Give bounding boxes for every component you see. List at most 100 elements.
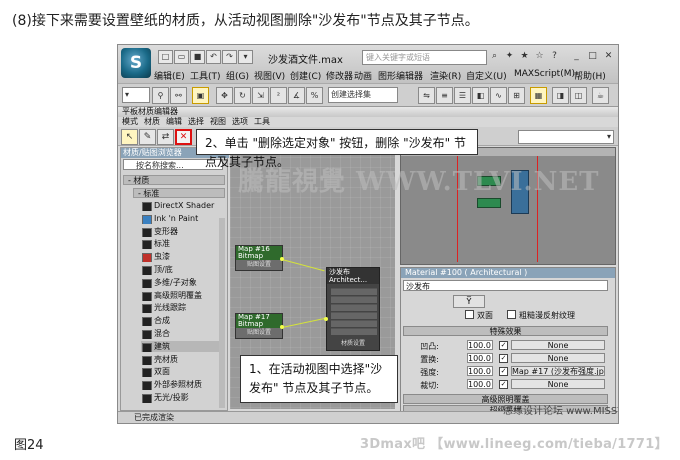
sofa-material-node[interactable]: 沙发布 Architect... 材质设置: [326, 267, 380, 351]
material-list-item[interactable]: 标准: [141, 238, 225, 250]
render-frame-icon[interactable]: ◫: [570, 87, 587, 104]
select-move-icon[interactable]: ✥: [216, 87, 233, 104]
material-list-item[interactable]: 虫漆: [141, 251, 225, 263]
select-rotate-icon[interactable]: ↻: [234, 87, 251, 104]
schematic-view-icon[interactable]: ⊞: [508, 87, 525, 104]
special-effects-rollout[interactable]: 特殊效果: [403, 326, 608, 336]
snap-toggle-icon[interactable]: ²: [270, 87, 287, 104]
map-enable-checkbox[interactable]: ✓: [499, 354, 508, 363]
percent-snap-icon[interactable]: %: [306, 87, 323, 104]
communication-icon[interactable]: ★: [518, 50, 531, 62]
node-slot[interactable]: [331, 328, 377, 335]
slate-menu-edit[interactable]: 编辑: [166, 117, 182, 127]
material-name-field[interactable]: 沙发布: [403, 280, 608, 291]
node-slot[interactable]: [331, 296, 377, 303]
menu-modifiers[interactable]: 修改器: [326, 69, 353, 82]
map-slot-button[interactable]: None: [511, 353, 605, 363]
category-standard[interactable]: - 标准: [133, 188, 225, 198]
map16-node[interactable]: Map #16 Bitmap 贴图设置: [235, 245, 283, 271]
hold-icon[interactable]: ▾: [238, 50, 253, 64]
node-slot[interactable]: [331, 304, 377, 311]
output-socket[interactable]: [280, 325, 284, 329]
menu-graph-editors[interactable]: 图形编辑器: [378, 69, 423, 82]
material-list-item[interactable]: 合成: [141, 315, 225, 327]
material-list-item[interactable]: DirectX Shader: [141, 200, 225, 211]
select-tool-icon[interactable]: ↖: [121, 129, 138, 145]
map-amount-spinner[interactable]: 100.0: [467, 366, 493, 376]
slate-menu-options[interactable]: 选项: [232, 117, 248, 127]
material-list-item[interactable]: 多维/子对象: [141, 277, 225, 288]
favorites-icon[interactable]: ☆: [533, 50, 546, 62]
map-amount-spinner[interactable]: 100.0: [467, 353, 493, 363]
two-sided-checkbox[interactable]: 双面: [465, 310, 493, 321]
output-socket[interactable]: [280, 257, 284, 261]
slate-menu-select[interactable]: 选择: [188, 117, 204, 127]
template-dropdown[interactable]: Y̅: [453, 295, 485, 308]
rough-diffuse-checkbox[interactable]: 粗糙漫反射纹理: [507, 310, 575, 321]
new-file-icon[interactable]: □: [158, 50, 173, 64]
select-link-icon[interactable]: ⚲: [152, 87, 169, 104]
material-list-item[interactable]: Ink 'n Paint: [141, 213, 225, 224]
select-object-icon[interactable]: ▣: [192, 87, 209, 104]
material-list-item[interactable]: 双面: [141, 366, 225, 378]
map-enable-checkbox[interactable]: ✓: [499, 380, 508, 389]
angle-snap-icon[interactable]: ∡: [288, 87, 305, 104]
mirror-icon[interactable]: ⇋: [418, 87, 435, 104]
save-file-icon[interactable]: ■: [190, 50, 205, 64]
material-list-item[interactable]: 无光/投影: [141, 392, 225, 403]
map-amount-spinner[interactable]: 100.0: [467, 340, 493, 350]
input-socket[interactable]: [324, 317, 328, 321]
material-list-item[interactable]: 壳材质: [141, 354, 225, 365]
menu-customize[interactable]: 自定义(U): [466, 69, 507, 82]
search-icon[interactable]: ⌕: [488, 50, 501, 62]
menu-group[interactable]: 组(G): [226, 69, 249, 82]
help-search-input[interactable]: 键入关键字或短语: [362, 50, 487, 65]
menu-tools[interactable]: 工具(T): [190, 69, 221, 82]
redo-icon[interactable]: ↷: [222, 50, 237, 64]
category-materials[interactable]: - 材质: [123, 175, 225, 185]
delete-selected-icon[interactable]: ✕: [175, 129, 192, 145]
map-enable-checkbox[interactable]: ✓: [499, 367, 508, 376]
slate-menu-utilities[interactable]: 工具: [254, 117, 270, 127]
material-list-item[interactable]: 混合: [141, 328, 225, 339]
menu-rendering[interactable]: 渲染(R): [430, 69, 461, 82]
graphite-icon[interactable]: ◧: [472, 87, 489, 104]
material-list-item[interactable]: 顶/底: [141, 264, 225, 275]
render-setup-icon[interactable]: ◨: [552, 87, 569, 104]
minimize-icon[interactable]: _: [570, 50, 583, 62]
map-slot-button[interactable]: Map #17 (沙发布强度.jpg): [511, 366, 605, 376]
slate-menu-modes[interactable]: 模式: [122, 117, 138, 127]
menu-maxscript[interactable]: MAXScript(M): [514, 69, 575, 79]
subscription-icon[interactable]: ✦: [503, 50, 516, 62]
node-slot[interactable]: [331, 288, 377, 295]
view-select-dropdown[interactable]: ▾: [518, 130, 614, 144]
undo-icon[interactable]: ↶: [206, 50, 221, 64]
menu-animation[interactable]: 动画: [354, 69, 372, 82]
maximize-icon[interactable]: □: [586, 50, 599, 62]
map-slot-button[interactable]: None: [511, 379, 605, 389]
close-icon[interactable]: ✕: [602, 50, 615, 62]
curve-editor-icon[interactable]: ∿: [490, 87, 507, 104]
material-list-item[interactable]: 变形器: [141, 226, 225, 237]
selection-filter-dropdown[interactable]: ▾: [122, 87, 150, 103]
unlink-icon[interactable]: ⚯: [170, 87, 187, 104]
material-editor-icon[interactable]: ▦: [530, 87, 547, 104]
align-icon[interactable]: ≡: [436, 87, 453, 104]
pick-material-icon[interactable]: ✎: [139, 129, 156, 145]
node-slot[interactable]: [331, 312, 377, 319]
map17-node[interactable]: Map #17 Bitmap 贴图设置: [235, 313, 283, 339]
map-slot-button[interactable]: None: [511, 340, 605, 350]
menu-views[interactable]: 视图(V): [254, 69, 285, 82]
help-icon[interactable]: ?: [548, 50, 561, 62]
render-production-icon[interactable]: ☕: [592, 87, 609, 104]
slate-menu-view[interactable]: 视图: [210, 117, 226, 127]
browser-scrollbar[interactable]: [219, 218, 225, 408]
material-list-item[interactable]: 建筑: [141, 340, 225, 352]
select-scale-icon[interactable]: ⇲: [252, 87, 269, 104]
open-file-icon[interactable]: ▭: [174, 50, 189, 64]
material-list-item[interactable]: 高级照明覆盖: [141, 290, 225, 301]
layer-manager-icon[interactable]: ☰: [454, 87, 471, 104]
menu-create[interactable]: 创建(C): [290, 69, 321, 82]
assign-material-icon[interactable]: ⇄: [157, 129, 174, 145]
menu-edit[interactable]: 编辑(E): [154, 69, 185, 82]
